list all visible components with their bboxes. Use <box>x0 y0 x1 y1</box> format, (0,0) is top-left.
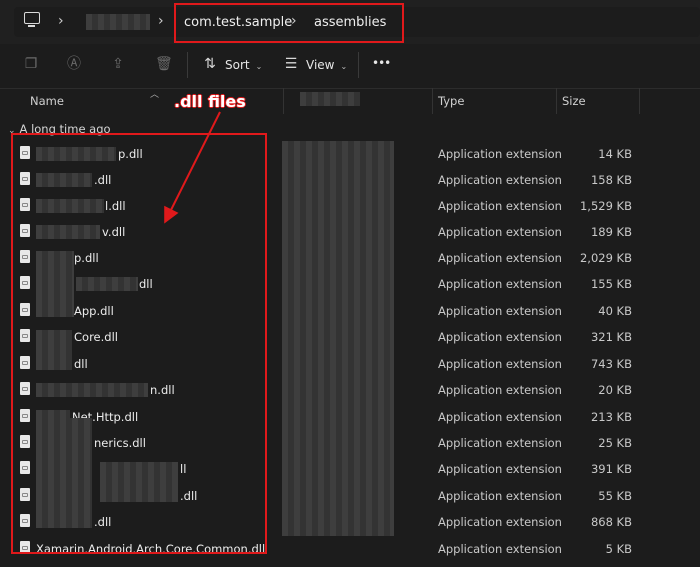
dll-files-highlight-box <box>11 133 267 554</box>
